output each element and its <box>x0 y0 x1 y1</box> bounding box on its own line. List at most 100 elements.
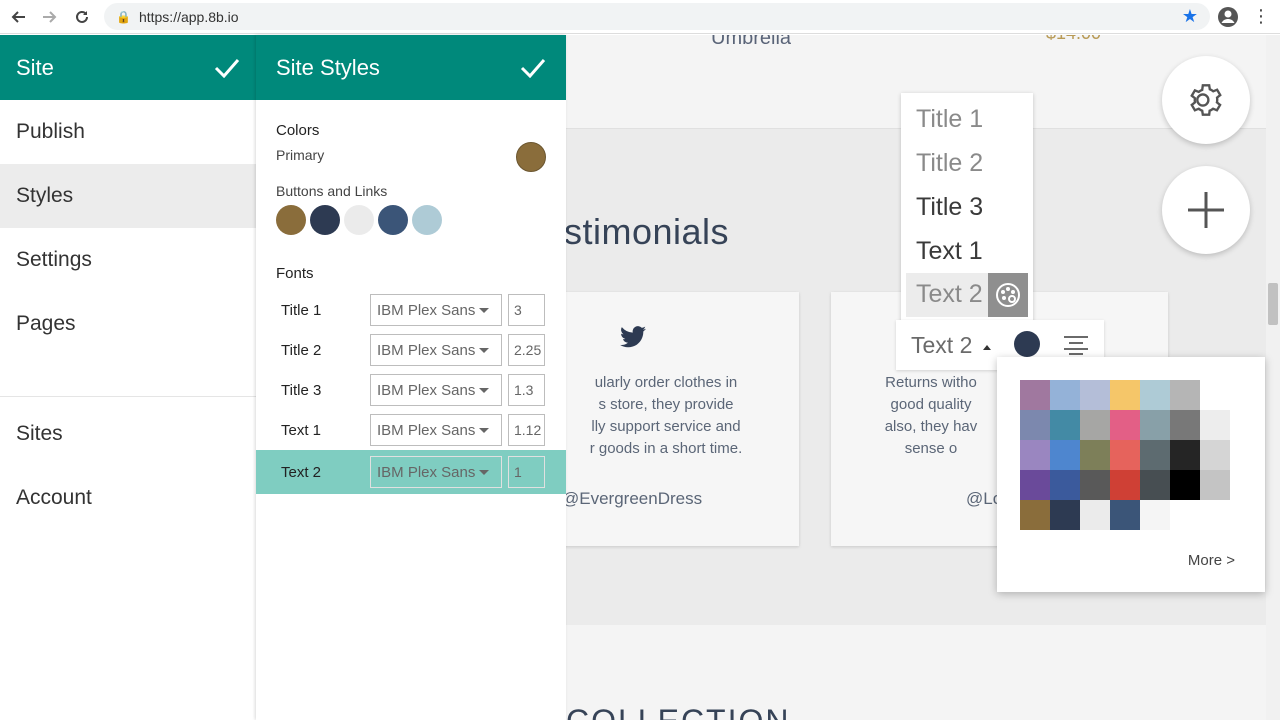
color-swatch[interactable] <box>378 205 408 235</box>
styles-panel-header: Site Styles <box>256 35 566 100</box>
text-style-select[interactable]: Text 2 <box>911 332 972 359</box>
font-size-input[interactable]: 1.3 <box>508 374 545 406</box>
primary-color-swatch[interactable] <box>516 142 546 172</box>
check-icon[interactable] <box>520 58 546 78</box>
style-option-text-1[interactable]: Text 1 <box>916 237 983 266</box>
testimonial-line: lly support service and <box>591 418 741 435</box>
color-swatch[interactable] <box>1020 380 1050 410</box>
color-swatch[interactable] <box>276 205 306 235</box>
style-option-label: Text 2 <box>916 280 983 308</box>
account-icon[interactable] <box>1216 5 1240 29</box>
color-swatch[interactable] <box>1170 440 1200 470</box>
style-option-text-2[interactable]: Text 2 <box>906 273 1028 317</box>
color-swatch[interactable] <box>1080 440 1110 470</box>
color-swatch[interactable] <box>1170 500 1200 530</box>
color-swatch[interactable] <box>1110 440 1140 470</box>
font-style-name: Title 3 <box>281 381 322 399</box>
font-size-input[interactable]: 1.12 <box>508 414 545 446</box>
menu-item-settings[interactable]: Settings <box>0 228 256 292</box>
site-panel: Site Publish Styles Settings Pages Sites… <box>0 35 256 720</box>
color-swatch[interactable] <box>1080 500 1110 530</box>
back-icon[interactable] <box>2 1 34 33</box>
style-option-title-2[interactable]: Title 2 <box>916 149 983 178</box>
color-swatch[interactable] <box>1200 380 1230 410</box>
scrollbar-thumb[interactable] <box>1268 283 1278 325</box>
bookmark-star-icon[interactable]: ★ <box>1182 6 1198 27</box>
color-swatch[interactable] <box>1050 410 1080 440</box>
font-family-value: IBM Plex Sans <box>377 421 476 439</box>
browser-menu-icon[interactable]: ⋮ <box>1252 6 1270 27</box>
font-family-select[interactable]: IBM Plex Sans <box>370 334 502 366</box>
caret-up-icon[interactable] <box>983 345 991 350</box>
palette-button[interactable] <box>988 273 1028 317</box>
color-swatch[interactable] <box>1200 470 1230 500</box>
menu-item-styles[interactable]: Styles <box>0 164 256 228</box>
color-swatch[interactable] <box>1080 380 1110 410</box>
color-swatch[interactable] <box>412 205 442 235</box>
collection-heading[interactable]: COLLECTION <box>566 703 790 720</box>
color-swatch[interactable] <box>1170 410 1200 440</box>
color-swatch[interactable] <box>1050 380 1080 410</box>
style-option-title-3[interactable]: Title 3 <box>916 193 983 222</box>
menu-item-publish[interactable]: Publish <box>0 100 256 164</box>
reload-icon[interactable] <box>66 1 98 33</box>
color-swatch[interactable] <box>1020 470 1050 500</box>
font-row-text-2[interactable]: Text 2 IBM Plex Sans 1 <box>256 450 566 494</box>
color-swatch[interactable] <box>1050 500 1080 530</box>
menu-item-sites[interactable]: Sites <box>0 402 256 466</box>
color-swatch[interactable] <box>1110 500 1140 530</box>
font-row-title-2: Title 2 IBM Plex Sans 2.25 <box>256 330 566 370</box>
align-center-icon[interactable] <box>1063 335 1089 355</box>
color-swatch[interactable] <box>1200 440 1230 470</box>
add-button[interactable] <box>1162 166 1250 254</box>
style-option-title-1[interactable]: Title 1 <box>916 105 983 134</box>
font-size-input[interactable]: 2.25 <box>508 334 545 366</box>
color-swatch[interactable] <box>1140 380 1170 410</box>
font-size-input[interactable]: 3 <box>508 294 545 326</box>
menu-item-pages[interactable]: Pages <box>0 292 256 356</box>
color-swatch[interactable] <box>1200 500 1230 530</box>
color-swatch[interactable] <box>1140 410 1170 440</box>
more-colors-link[interactable]: More > <box>1188 552 1235 569</box>
address-bar[interactable]: 🔒 https://app.8b.io ★ <box>104 3 1210 30</box>
color-swatch[interactable] <box>1140 470 1170 500</box>
color-swatch[interactable] <box>1020 500 1050 530</box>
color-swatch[interactable] <box>1170 380 1200 410</box>
color-swatch[interactable] <box>1170 470 1200 500</box>
font-size-input[interactable]: 1 <box>508 456 545 488</box>
font-style-name: Title 2 <box>281 341 322 359</box>
text-color-button[interactable] <box>1014 331 1040 357</box>
caret-down-icon <box>479 470 489 475</box>
text-style-dropdown: Title 1 Title 2 Title 3 Text 1 Text 2 <box>901 93 1033 323</box>
font-family-value: IBM Plex Sans <box>377 301 476 319</box>
font-style-name: Text 2 <box>281 463 322 481</box>
testimonial-card[interactable]: ularly order clothes in s store, they pr… <box>566 292 799 546</box>
font-family-select[interactable]: IBM Plex Sans <box>370 374 502 406</box>
font-family-select[interactable]: IBM Plex Sans <box>370 456 502 488</box>
color-swatch[interactable] <box>1140 440 1170 470</box>
caret-down-icon <box>479 348 489 353</box>
color-swatch[interactable] <box>1200 410 1230 440</box>
color-swatch[interactable] <box>310 205 340 235</box>
font-family-select[interactable]: IBM Plex Sans <box>370 414 502 446</box>
color-swatch[interactable] <box>1140 500 1170 530</box>
color-swatch[interactable] <box>1050 440 1080 470</box>
fonts-heading: Fonts <box>276 265 314 282</box>
color-swatch[interactable] <box>1020 440 1050 470</box>
color-swatch[interactable] <box>1110 380 1140 410</box>
font-family-value: IBM Plex Sans <box>377 381 476 399</box>
testimonials-heading[interactable]: stimonials <box>566 211 729 253</box>
settings-button[interactable] <box>1162 56 1250 144</box>
color-swatch[interactable] <box>344 205 374 235</box>
color-swatch[interactable] <box>1080 410 1110 440</box>
color-swatch[interactable] <box>1050 470 1080 500</box>
color-swatch[interactable] <box>1110 470 1140 500</box>
color-swatch[interactable] <box>1110 410 1140 440</box>
font-family-select[interactable]: IBM Plex Sans <box>370 294 502 326</box>
check-icon[interactable] <box>214 58 240 78</box>
menu-item-account[interactable]: Account <box>0 466 256 530</box>
color-swatch[interactable] <box>1080 470 1110 500</box>
color-swatch[interactable] <box>1020 410 1050 440</box>
page-scrollbar[interactable] <box>1266 35 1280 720</box>
forward-icon[interactable] <box>34 1 66 33</box>
